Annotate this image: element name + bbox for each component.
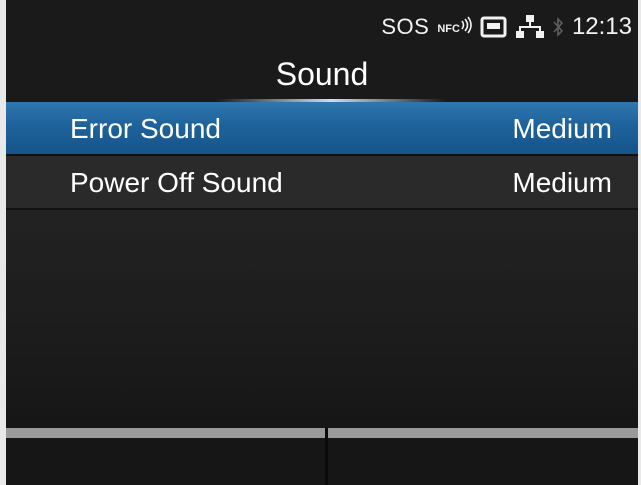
list-empty-area (6, 210, 638, 428)
right-softkey[interactable] (328, 428, 638, 485)
setting-row-power-off-sound[interactable]: Power Off Sound Medium (6, 156, 638, 210)
setting-row-error-sound[interactable]: Error Sound Medium (6, 102, 638, 156)
nfc-waves-icon (461, 16, 472, 34)
settings-list: Error Sound Medium Power Off Sound Mediu… (6, 102, 638, 210)
status-bar: SOS NFC 12:13 (6, 0, 638, 50)
status-icons: SOS NFC 12:13 (381, 12, 632, 42)
printer-screen: SOS NFC 12:13 Sound Error Sound Medium P… (0, 0, 641, 485)
nfc-icon: NFC (437, 15, 472, 39)
nfc-label: NFC (437, 23, 460, 35)
left-softkey[interactable] (6, 428, 325, 485)
setting-value: Medium (512, 113, 612, 144)
title-bar: Sound (6, 50, 638, 102)
clock: 12:13 (571, 13, 632, 40)
network-icon (515, 15, 544, 38)
sos-indicator: SOS (381, 14, 430, 39)
page-title: Sound (275, 56, 369, 92)
bluetooth-icon (553, 17, 564, 37)
setting-label: Error Sound (70, 113, 221, 144)
sd-card-icon (480, 16, 507, 38)
setting-value: Medium (512, 167, 612, 198)
softkey-bar (6, 428, 638, 485)
setting-label: Power Off Sound (70, 167, 283, 198)
